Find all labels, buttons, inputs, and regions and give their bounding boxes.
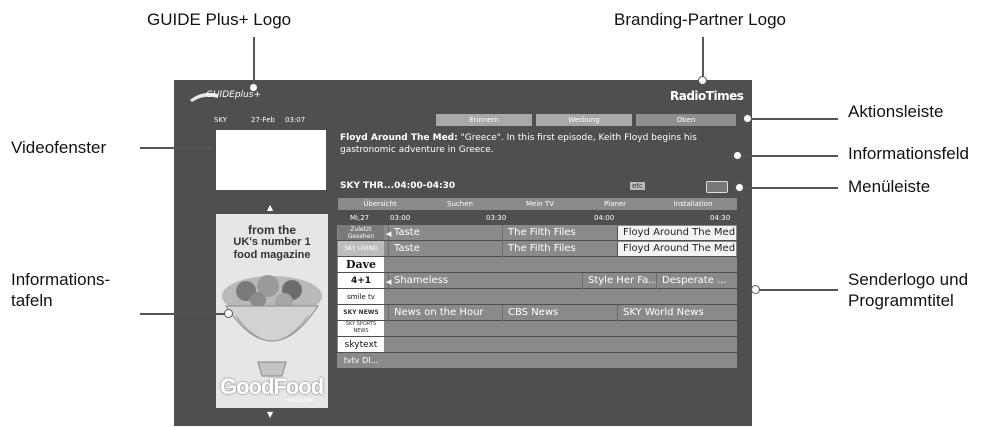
timeline-time: 03:00 <box>390 214 411 222</box>
leader-dot <box>733 151 742 160</box>
menu-item-suchen[interactable]: Suchen <box>420 198 500 210</box>
scroll-left-icon[interactable]: ◀ <box>386 278 391 286</box>
callout-informationstafeln-1: Informations- <box>11 270 111 289</box>
programme-cell[interactable]: Style Her Fa... <box>582 273 656 289</box>
leader-partner-logo <box>702 37 704 79</box>
header-channel: SKY <box>214 116 228 124</box>
channel-logo-sky-news[interactable]: SKY NEWS <box>338 305 384 321</box>
leader-menuleiste <box>742 187 838 189</box>
action-button-werbung[interactable]: Werbung <box>536 114 632 126</box>
info-title: Floyd Around The Med: <box>340 133 458 143</box>
leader-dot <box>249 83 258 92</box>
programme-cell[interactable]: Desperate ... <box>656 273 736 289</box>
channel-logo-sky-living[interactable]: SKY LIVING <box>338 241 384 257</box>
leader-senderlogo <box>758 289 838 291</box>
programme-cell-selected[interactable]: Floyd Around The Med <box>617 226 736 240</box>
ad-brand-sub: MAGAZINE <box>288 398 315 404</box>
scroll-up-icon[interactable]: ▲ <box>267 203 273 212</box>
channel-logo-dave[interactable]: Dave <box>338 257 384 273</box>
programme-cell[interactable]: Taste <box>388 241 502 257</box>
leader-dot <box>735 183 744 192</box>
channel-logo-4plus1[interactable]: 4+1 <box>338 273 384 289</box>
callout-menuleiste: Menüleiste <box>848 177 931 196</box>
info-field: Floyd Around The Med: "Greece". In this … <box>340 132 738 172</box>
leader-dot <box>698 76 707 85</box>
callout-informationsfeld: Informationsfeld <box>848 144 969 163</box>
menu-item-uebersicht[interactable]: Übersicht <box>340 198 420 210</box>
channel-logo-tvtv[interactable]: tvtv DI... <box>338 353 384 369</box>
callout-aktionsleiste: Aktionsleiste <box>848 102 944 121</box>
callout-partner-logo: Branding-Partner Logo <box>614 10 787 29</box>
info-panel-ad[interactable]: from the UK's number 1 food magazine Goo… <box>216 214 328 408</box>
programme-cell[interactable]: Shameless <box>388 273 582 289</box>
grid-row <box>337 257 737 273</box>
rating-icon: etc <box>630 182 645 190</box>
leader-informationsfeld <box>740 155 838 157</box>
leader-videofenster <box>140 147 214 149</box>
menu-item-mein-tv[interactable]: Mein TV <box>500 198 580 210</box>
grid-row <box>337 289 737 305</box>
leader-guide-logo <box>253 37 255 86</box>
leader-dot <box>743 114 752 123</box>
ad-brand: GoodFood <box>220 374 324 399</box>
action-button-erinnern[interactable]: Erinnern <box>436 114 532 126</box>
leader-informationstafeln <box>140 313 228 315</box>
programme-cell[interactable]: The Filth Files <box>502 241 614 257</box>
channel-logo-skytext[interactable]: skytext <box>338 337 384 353</box>
programme-cell-selected[interactable]: Floyd Around The Med <box>617 242 736 256</box>
timeline-day: Mi,27 <box>350 214 370 222</box>
programme-cell[interactable]: CBS News <box>502 305 617 321</box>
scroll-down-icon[interactable]: ▼ <box>267 410 273 419</box>
programme-cell[interactable]: SKY World News <box>617 305 736 321</box>
timeline-time: 04:30 <box>710 214 731 222</box>
channel-logo-sky-sports-news[interactable]: SKY SPORTS NEWS <box>338 321 384 337</box>
callout-guide-logo: GUIDE Plus+ Logo <box>147 10 292 29</box>
channel-logo-zuletzt-gesehen[interactable]: Zuletzt Gesehen <box>338 225 384 241</box>
callout-senderlogo-1: Senderlogo und <box>848 270 969 289</box>
grid-row <box>337 353 737 369</box>
fruit-bowl-image <box>222 275 322 377</box>
action-button-oben[interactable]: Oben <box>636 114 736 126</box>
selected-slot: SKY THR...04:00-04:30 <box>340 181 456 191</box>
leader-aktionsleiste <box>750 118 838 120</box>
radio-times-logo: RadioTimes <box>670 89 744 103</box>
programme-cell[interactable]: The Filth Files <box>502 225 614 241</box>
leader-dot <box>224 309 233 318</box>
header-time: 03:07 <box>285 116 306 124</box>
timeline-time: 03:30 <box>486 214 507 222</box>
subtitle-icon <box>706 181 728 193</box>
tv-guide-screen: GUIDEplus+ RadioTimes SKY 27-Feb 03:07 E… <box>174 80 752 426</box>
ad-line-2: UK's number 1 <box>233 236 311 248</box>
video-window[interactable] <box>216 130 326 190</box>
ad-line-3: food magazine <box>233 249 311 261</box>
guide-plus-logo: GUIDEplus+ <box>188 88 261 104</box>
scroll-left-icon[interactable]: ◀ <box>386 230 391 238</box>
ad-line-1: from the <box>248 223 296 237</box>
leader-dot <box>751 285 760 294</box>
callout-informationstafeln-2: tafeln <box>11 291 53 310</box>
programme-cell[interactable]: News on the Hour <box>388 305 502 321</box>
menu-item-planer[interactable]: Planer <box>580 198 650 210</box>
grid-row <box>337 337 737 353</box>
channel-logo-smile-tv[interactable]: smile tv <box>338 289 384 305</box>
callout-videofenster: Videofenster <box>11 138 107 157</box>
menu-item-installation[interactable]: Installation <box>650 198 736 210</box>
timeline-time: 04:00 <box>594 214 615 222</box>
header-date: 27-Feb <box>251 116 275 124</box>
callout-senderlogo-2: Programmtitel <box>848 291 954 310</box>
grid-row <box>337 321 737 337</box>
programme-cell[interactable]: Taste <box>388 225 502 241</box>
